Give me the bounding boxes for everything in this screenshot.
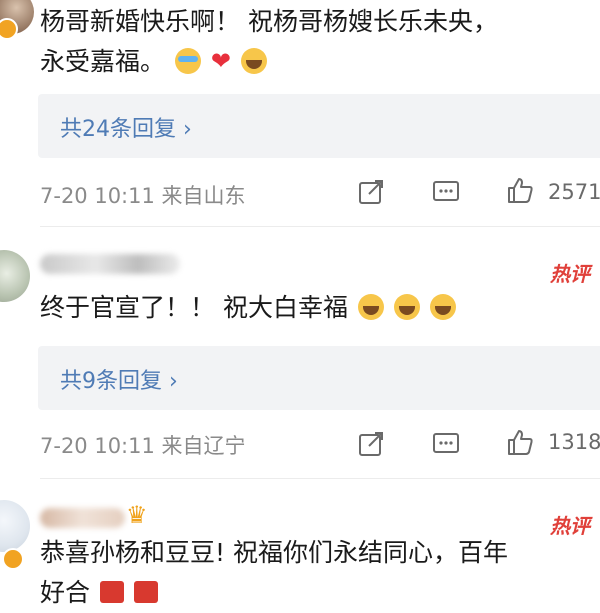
- comment-icon[interactable]: [432, 430, 460, 458]
- username-blurred[interactable]: [40, 508, 125, 528]
- comment-text: 终于官宣了！！ 祝大白幸福: [40, 288, 456, 328]
- like-count: 1318: [548, 430, 600, 454]
- comment-text-line: 杨哥新婚快乐啊！ 祝杨哥杨嫂长乐未央，: [40, 7, 498, 36]
- tears-emoji: [240, 48, 267, 74]
- hot-comment-tag: 热评: [550, 514, 590, 538]
- crying-emoji: [357, 294, 384, 320]
- timestamp: 7-20 10:11: [40, 434, 155, 458]
- like-icon[interactable]: [506, 428, 534, 456]
- crying-emoji: [429, 294, 456, 320]
- like-icon[interactable]: [506, 176, 534, 204]
- avatar[interactable]: [0, 500, 30, 552]
- like-count: 2571: [548, 180, 600, 204]
- comment-text: 杨哥新婚快乐啊！ 祝杨哥杨嫂长乐未央，: [40, 2, 498, 42]
- verified-badge-icon: [2, 548, 24, 570]
- share-icon[interactable]: [357, 178, 385, 206]
- comment-text-line: 恭喜孙杨和豆豆! 祝福你们永结同心，百年: [40, 538, 508, 567]
- view-replies-link[interactable]: 共9条回复 ›: [60, 363, 178, 395]
- hot-comment-tag: 热评: [550, 262, 590, 286]
- comment-text-line: 好合: [40, 578, 91, 607]
- avatar[interactable]: [0, 250, 30, 302]
- comment-meta: 7-20 10:11 来自山东: [40, 180, 246, 210]
- heart-emoji: ❤: [210, 47, 232, 75]
- laugh-cry-emoji: [174, 48, 201, 74]
- crown-icon: ♛: [126, 501, 148, 529]
- crying-emoji: [393, 294, 420, 320]
- gift-emoji: [99, 581, 124, 603]
- comment-text-line: 终于官宣了！！ 祝大白幸福: [40, 293, 348, 322]
- location: 来自辽宁: [161, 434, 246, 458]
- gift-emoji: [133, 581, 158, 603]
- verified-badge-icon: [0, 18, 18, 40]
- comment-meta: 7-20 10:11 来自辽宁: [40, 430, 246, 460]
- share-icon[interactable]: [357, 430, 385, 458]
- comment-text: 恭喜孙杨和豆豆! 祝福你们永结同心，百年: [40, 533, 508, 573]
- divider: [40, 478, 600, 479]
- view-replies-link[interactable]: 共24条回复 ›: [60, 111, 192, 143]
- username-blurred[interactable]: [40, 254, 180, 274]
- comment-text: 永受嘉福。 ❤: [40, 42, 267, 83]
- comment-text: 好合: [40, 573, 158, 613]
- divider: [40, 226, 600, 227]
- timestamp: 7-20 10:11: [40, 184, 155, 208]
- location: 来自山东: [161, 184, 246, 208]
- comment-icon[interactable]: [432, 178, 460, 206]
- comment-text-line: 永受嘉福。: [40, 47, 166, 76]
